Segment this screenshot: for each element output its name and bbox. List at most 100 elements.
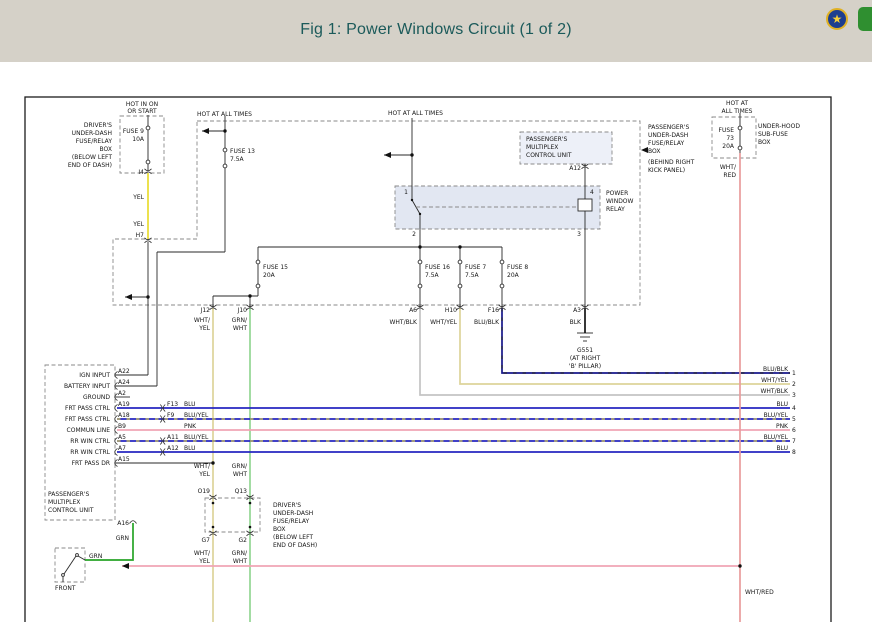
wire-color-label: RED: [723, 172, 736, 179]
pmcu-row-name: COMMUN LINE: [67, 427, 111, 434]
wire-color-label: GRN/: [232, 317, 248, 324]
wire-color-label: YEL: [198, 325, 210, 332]
unit-name: PASSENGER'S: [48, 491, 89, 498]
wire-color-label: GRN/: [232, 463, 248, 470]
box-label: UNDER-DASH: [273, 510, 313, 517]
component-label: FRONT: [55, 585, 76, 592]
box-label: FUSE/RELAY: [648, 140, 685, 147]
hot-label: HOT AT: [726, 100, 748, 107]
hot-label: OR START: [127, 108, 157, 115]
wire-pin-id: A12: [167, 445, 179, 452]
fuse-label: 20A: [722, 143, 735, 150]
wire-color-label: GRN/: [232, 550, 248, 557]
box-label: SUB-FUSE: [758, 131, 788, 138]
wiring-diagram: HOT IN ON OR START DRIVER'S UNDER-DASH F…: [0, 62, 872, 622]
wire-color-label: GRN: [116, 535, 129, 542]
box-label: DRIVER'S: [84, 122, 112, 129]
star-badge-icon[interactable]: ★: [826, 8, 848, 30]
connector-label: A6: [409, 307, 417, 314]
bottom-left-labels: GRN FRONT: [55, 553, 102, 592]
box-label: DRIVER'S: [273, 502, 301, 509]
connector-label: A3: [573, 307, 581, 314]
connector-label: G7: [202, 537, 211, 544]
wire-color-label: WHT/BLK: [389, 319, 418, 326]
box-label: FUSE/RELAY: [76, 138, 113, 145]
wire-color-label: WHT/BLK: [760, 388, 789, 395]
connector-label: Q13: [235, 488, 248, 495]
wire-color-label: BLU/YEL: [184, 434, 209, 441]
pmcu-row-name: FRT PASS DR: [72, 460, 110, 467]
unit-name: MULTIPLEX: [48, 499, 80, 506]
fuse-label: FUSE 13: [230, 148, 255, 155]
fuse-label: 73: [726, 135, 734, 142]
wire-number: 3: [792, 392, 796, 399]
connector-label: A12: [569, 165, 581, 172]
hot-label: HOT AT ALL TIMES: [197, 111, 252, 118]
wire-color-label: PNK: [776, 423, 789, 430]
box-label: FUSE/RELAY: [273, 518, 310, 525]
wire-color-label: GRN: [89, 553, 102, 560]
pmcu-row-name: BATTERY INPUT: [64, 383, 110, 390]
box-label: END OF DASH): [68, 162, 112, 169]
driver-fusebox-top: [120, 116, 164, 173]
wire-color-label: WHT/: [194, 550, 211, 557]
connector-label: G2: [239, 537, 248, 544]
hot-label: HOT IN ON: [126, 101, 158, 108]
ground-label: (AT RIGHT: [570, 355, 601, 362]
wire-color-label: YEL: [198, 471, 210, 478]
wire-color-label: YEL: [198, 558, 210, 565]
relay-name: POWER: [606, 190, 628, 197]
passenger-box-labels: PASSENGER'S UNDER-DASH FUSE/RELAY BOX (B…: [648, 124, 695, 174]
connector-label: I4: [138, 169, 144, 176]
arrow-left-icon: [641, 147, 648, 153]
hot-label: HOT AT ALL TIMES: [388, 110, 443, 117]
green-tab-icon[interactable]: [858, 7, 872, 31]
wire-color-label: BLU/YEL: [184, 412, 209, 419]
arrow-left-icon: [125, 294, 132, 300]
fuse-label: 10A: [132, 136, 145, 143]
relay-pin: 2: [412, 231, 416, 238]
pmcu-row-pin: A7: [118, 445, 126, 452]
fuse-label: FUSE 7: [465, 264, 486, 271]
pmcu-row-pin: A2: [118, 390, 126, 397]
box-label: (BEHIND RIGHT: [648, 159, 695, 166]
hot-label: ALL TIMES: [722, 108, 753, 115]
connector-label: O19: [198, 488, 211, 495]
relay-name: RELAY: [606, 206, 625, 213]
box-label: (BELOW LEFT: [273, 534, 313, 541]
figure-title: Fig 1: Power Windows Circuit (1 of 2): [0, 21, 872, 39]
subfuse-labels: HOT AT ALL TIMES FUSE 73 20A UNDER-HOOD …: [719, 100, 801, 596]
box-label: (BELOW LEFT: [72, 154, 112, 161]
box-label: BOX: [648, 148, 660, 155]
fuse-label: FUSE 15: [263, 264, 288, 271]
wire-color-label: WHT/RED: [745, 589, 774, 596]
ground-label: G551: [577, 347, 593, 354]
relay-name: WINDOW: [606, 198, 634, 205]
pmcu-row-pin: A19: [118, 401, 130, 408]
wire-color-label: BLK: [570, 319, 582, 326]
pmcu-row-pin: A15: [118, 456, 130, 463]
wire-pin-id: F9: [167, 412, 174, 419]
fuse-label: 20A: [263, 272, 276, 279]
pmcu-row-pin: A5: [118, 434, 126, 441]
fuse-label: FUSE 8: [507, 264, 528, 271]
wire-pin-id: A11: [167, 434, 179, 441]
ground-label: 'B' PILLAR): [569, 363, 601, 370]
fuse-label: 20A: [507, 272, 520, 279]
wire-number: 4: [792, 405, 796, 412]
pmcu-row-name: GROUND: [83, 394, 110, 401]
box-label: END OF DASH): [273, 542, 317, 549]
underhood-subfuse-box: [712, 117, 756, 158]
wire-color-label: BLU/YEL: [764, 412, 789, 419]
wire-number: 7: [792, 438, 796, 445]
connector-row-labels: J12 WHT/ YEL J10 GRN/ WHT A6 WHT/BLK H10…: [194, 307, 601, 370]
wire-blublk-f16: [502, 308, 790, 373]
fuse-label: FUSE: [719, 127, 735, 134]
pmcu-row-pin: A18: [118, 412, 130, 419]
wire-color-label: YEL: [132, 194, 144, 201]
circuit-lines: [63, 113, 740, 582]
wire-color-label: WHT: [233, 325, 247, 332]
component-boxes: [45, 116, 756, 582]
unit-name: CONTROL UNIT: [48, 507, 94, 514]
pmcu-row-pin: A24: [118, 379, 130, 386]
